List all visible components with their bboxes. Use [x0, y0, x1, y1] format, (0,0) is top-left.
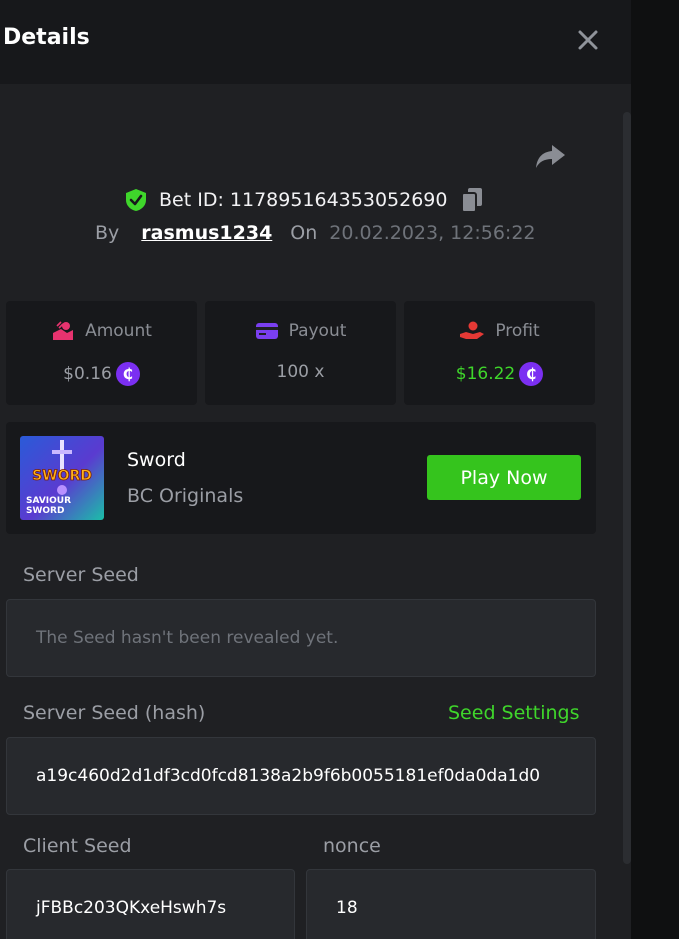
amount-card: Amount $0.16 ₵	[6, 301, 197, 405]
bet-id-row: Bet ID: 117895164353052690	[125, 185, 483, 215]
sword-thumbnail-art: SWORD SAVIOUR SWORD	[20, 436, 104, 520]
profit-label: Profit	[495, 321, 540, 341]
game-thumbnail[interactable]: SWORD SAVIOUR SWORD	[20, 436, 104, 520]
coin-icon: ₵	[519, 362, 544, 386]
nonce-label: nonce	[323, 835, 381, 857]
server-seed-hash-field[interactable]: a19c460d2d1df3cd0fcd8138a2b9f6b0055181ef…	[6, 737, 596, 815]
game-card: SWORD SAVIOUR SWORD Sword BC Originals P…	[6, 422, 596, 534]
seed-settings-link[interactable]: Seed Settings	[448, 702, 579, 724]
profit-hand-icon	[460, 321, 485, 339]
details-header: Details	[0, 0, 631, 84]
background-strip	[631, 0, 679, 939]
close-icon[interactable]	[574, 26, 602, 54]
payout-label: Payout	[288, 321, 347, 341]
profit-card: Profit $16.22 ₵	[404, 301, 595, 405]
amount-value: $0.16	[63, 364, 112, 384]
profit-value: $16.22	[455, 364, 516, 384]
thumb-subtitle-2: SWORD	[26, 506, 64, 516]
bet-date: 20.02.2023, 12:56:22	[329, 222, 536, 244]
payout-card-icon	[255, 323, 278, 339]
thumb-title: SWORD	[32, 468, 92, 484]
copy-icon[interactable]	[461, 187, 483, 213]
coin-icon: ₵	[115, 362, 140, 386]
bet-id: Bet ID: 117895164353052690	[159, 189, 448, 211]
share-icon[interactable]	[534, 142, 566, 170]
payout-card: Payout 100 x	[205, 301, 396, 405]
bet-meta-row: By rasmus1234 On 20.02.2023, 12:56:22	[95, 222, 536, 244]
amount-label: Amount	[85, 321, 152, 341]
shield-check-icon	[126, 189, 146, 211]
client-seed-field[interactable]: jFBBc203QKxeHswh7s	[6, 869, 295, 939]
scrollbar[interactable]	[623, 112, 631, 864]
game-name[interactable]: Sword	[127, 449, 186, 471]
server-seed-field: The Seed hasn't been revealed yet.	[6, 599, 596, 677]
thumb-subtitle-1: SAVIOUR	[26, 496, 71, 506]
server-seed-label: Server Seed	[23, 564, 139, 586]
play-now-button[interactable]: Play Now	[427, 455, 581, 500]
server-seed-hash-label: Server Seed (hash)	[23, 702, 206, 724]
by-label: By	[95, 222, 120, 244]
payout-value: 100 x	[276, 362, 325, 382]
bet-amount-icon	[53, 321, 74, 340]
on-label: On	[290, 222, 318, 244]
page-title: Details	[3, 25, 90, 50]
bet-details-panel: Details Bet ID: 117895164353052690 By ra…	[0, 0, 631, 939]
nonce-field[interactable]: 18	[306, 869, 596, 939]
username-link[interactable]: rasmus1234	[141, 222, 272, 244]
game-provider: BC Originals	[127, 485, 244, 507]
client-seed-label: Client Seed	[23, 835, 132, 857]
